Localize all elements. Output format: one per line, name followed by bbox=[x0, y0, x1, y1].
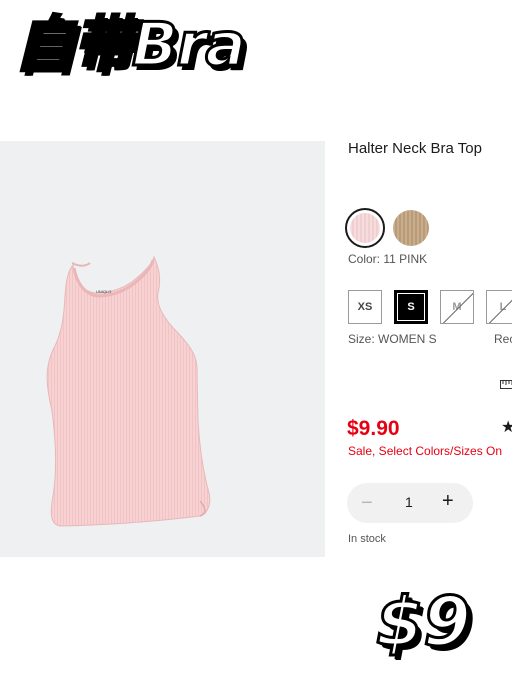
ruler-icon[interactable] bbox=[500, 376, 512, 394]
recommend-label[interactable]: Rec bbox=[494, 332, 512, 346]
size-button-l[interactable]: L bbox=[486, 290, 512, 324]
quantity-value: 1 bbox=[405, 494, 413, 510]
minus-icon[interactable]: − bbox=[361, 492, 373, 515]
plus-icon[interactable]: + bbox=[442, 490, 454, 513]
halter-top-illustration bbox=[46, 255, 211, 527]
headline-sticker: 自带Bra bbox=[13, 9, 248, 82]
stock-status: In stock bbox=[348, 533, 386, 545]
product-title: Halter Neck Bra Top bbox=[348, 140, 482, 157]
brand-tag: UNIQLO bbox=[96, 289, 112, 294]
price-sticker: $9 bbox=[375, 582, 473, 663]
product-image: UNIQLO bbox=[0, 141, 325, 557]
size-button-m[interactable]: M bbox=[440, 290, 474, 324]
color-swatch-pink[interactable] bbox=[345, 208, 385, 248]
color-label: Color: 11 PINK bbox=[348, 252, 428, 266]
size-label: Size: WOMEN S bbox=[348, 332, 437, 346]
product-price: $9.90 bbox=[347, 417, 400, 440]
color-swatch-beige[interactable] bbox=[393, 210, 429, 246]
sale-text[interactable]: Sale, Select Colors/Sizes On bbox=[348, 444, 502, 458]
size-button-xs[interactable]: XS bbox=[348, 290, 382, 324]
quantity-stepper: − 1 + bbox=[347, 483, 473, 523]
star-icon: ★ bbox=[501, 419, 512, 436]
size-button-s[interactable]: S bbox=[394, 290, 428, 324]
